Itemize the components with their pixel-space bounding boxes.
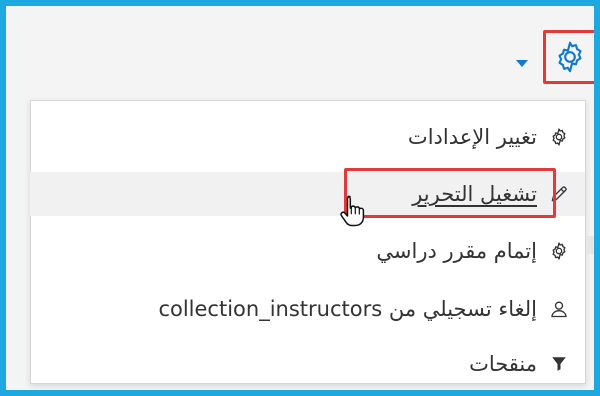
menu-item-unenrol[interactable]: إلغاء تسجيلي من collection_instructors — [30, 287, 585, 331]
menu-item-label: إتمام مقرر دراسي — [376, 239, 537, 263]
hand-cursor-icon — [339, 194, 367, 228]
menu-item-label: تشغيل التحرير — [412, 182, 537, 206]
dropdown-menu: تغيير الإعدادات تشغيل التحرير إتمام مقرر… — [30, 100, 586, 384]
top-bar — [6, 6, 594, 90]
menu-item-turn-editing-on[interactable]: تشغيل التحرير — [30, 172, 585, 216]
menu-item-label: منقحات — [469, 352, 537, 376]
pencil-icon — [547, 182, 571, 206]
menu-item-complete-course[interactable]: إتمام مقرر دراسي — [30, 229, 585, 273]
gear-icon — [552, 39, 588, 75]
menu-item-filters[interactable]: منقحات — [30, 342, 585, 386]
menu-item-label: تغيير الإعدادات — [407, 125, 537, 149]
gear-icon — [547, 239, 571, 263]
settings-menu-button[interactable] — [543, 30, 594, 84]
screenshot-frame: تغيير الإعدادات تشغيل التحرير إتمام مقرر… — [0, 0, 600, 396]
menu-item-change-settings[interactable]: تغيير الإعدادات — [30, 115, 585, 159]
page-edge — [586, 236, 594, 254]
caret-down-icon[interactable] — [516, 60, 528, 67]
user-icon — [547, 297, 571, 321]
filter-icon — [547, 352, 571, 376]
gear-icon — [547, 125, 571, 149]
menu-item-label: إلغاء تسجيلي من collection_instructors — [158, 297, 537, 321]
